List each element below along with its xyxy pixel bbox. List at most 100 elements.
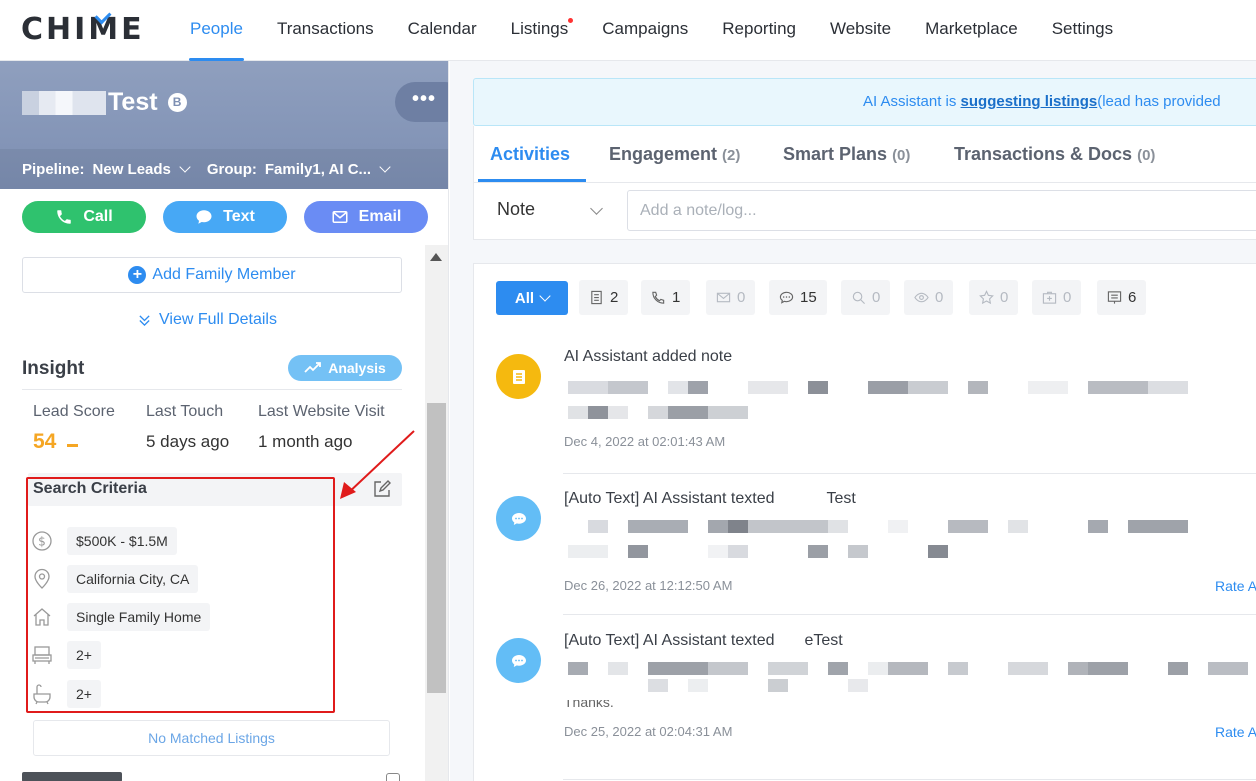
nav-marketplace[interactable]: Marketplace (908, 0, 1035, 61)
redacted-content (564, 662, 1256, 675)
nav-listings[interactable]: Listings (494, 0, 586, 61)
clipped-text: Thanks. (564, 700, 614, 708)
dollar-circle-icon: $ (32, 531, 52, 551)
chevron-down-icon (539, 290, 551, 302)
eye-icon (914, 292, 929, 303)
price-range-chip: $500K - $1.5M (67, 527, 177, 555)
scrollbar-thumb[interactable] (427, 403, 446, 693)
tab-activities[interactable]: Activities (490, 144, 570, 165)
call-button[interactable]: Call (22, 201, 146, 233)
activity-title: [Auto Text] AI Assistant texted Test (564, 490, 856, 507)
criteria-price-row: $ $500K - $1.5M (31, 527, 177, 555)
note-type-select[interactable]: Note (497, 199, 535, 220)
search-criteria-title: Search Criteria (33, 480, 147, 497)
star-icon (979, 290, 994, 305)
nav-transactions[interactable]: Transactions (260, 0, 391, 61)
plus-circle-icon: + (128, 266, 147, 284)
envelope-icon (332, 211, 348, 223)
add-family-label: Add Family Member (152, 266, 296, 283)
text-button-label: Text (223, 208, 255, 225)
presentation-icon (1107, 291, 1122, 304)
filter-count: 15 (800, 289, 817, 306)
cut-off-section-heading (22, 772, 122, 781)
note-avatar (496, 354, 541, 399)
pipeline-dropdown[interactable]: New Leads (93, 161, 171, 178)
tab-transactions-docs[interactable]: Transactions & Docs (0) (954, 144, 1155, 165)
redacted-content (564, 381, 1256, 394)
nav-settings[interactable]: Settings (1035, 0, 1130, 61)
analysis-label: Analysis (328, 360, 386, 376)
rate-ai-link[interactable]: Rate A (1215, 724, 1256, 740)
nav-campaigns[interactable]: Campaigns (585, 0, 705, 61)
chevron-down-icon[interactable] (379, 161, 391, 173)
filter-texts[interactable]: 15 (769, 280, 827, 315)
activity-date: Dec 4, 2022 at 02:01:43 AM (564, 434, 726, 449)
filter-searches[interactable]: 0 (841, 280, 891, 315)
suggesting-listings-link[interactable]: suggesting listings (961, 93, 1098, 110)
activity-title: [Auto Text] AI Assistant texted eTest (564, 632, 843, 649)
view-full-details-link[interactable]: View Full Details (138, 311, 277, 329)
redacted-content (564, 520, 1256, 533)
pipeline-group-bar: Pipeline: New Leads Group: Family1, AI C… (0, 149, 448, 189)
chat-bubble-icon (196, 210, 212, 224)
text-button[interactable]: Text (163, 201, 287, 233)
settings-icon[interactable] (386, 773, 400, 781)
filter-count: 0 (1063, 289, 1072, 306)
redacted-content (564, 679, 1256, 692)
activity-title: AI Assistant added note (564, 348, 733, 365)
chevron-down-icon[interactable] (179, 161, 191, 173)
envelope-icon (716, 292, 731, 303)
lead-header: Test B ••• Pipeline: New Leads Group: Fa… (0, 61, 448, 189)
redacted-content (564, 406, 1256, 419)
property-type-chip: Single Family Home (67, 603, 211, 631)
activity-panel: AI Assistant is suggesting listings(lead… (450, 61, 1256, 781)
email-button-label: Email (358, 208, 402, 225)
filter-favorites[interactable]: 0 (969, 280, 1019, 315)
activity-divider (563, 614, 1256, 615)
tab-smart-plans[interactable]: Smart Plans (0) (783, 144, 910, 165)
group-dropdown[interactable]: Family1, AI C... (265, 161, 371, 178)
note-input[interactable]: Add a note/log... (627, 190, 1256, 231)
filter-views[interactable]: 0 (904, 280, 954, 315)
banner-suffix: (lead has provided (1097, 93, 1221, 110)
contact-actions: Call Text Email (22, 201, 428, 233)
bed-icon (32, 646, 52, 664)
rate-ai-link[interactable]: Rate A (1215, 578, 1256, 594)
analysis-button[interactable]: Analysis (288, 355, 402, 381)
filter-meetings[interactable]: 6 (1097, 280, 1147, 315)
activity-divider (563, 473, 1256, 474)
location-chip: California City, CA (67, 565, 199, 593)
text-avatar (496, 496, 541, 541)
chat-bubble-icon (779, 291, 794, 304)
filter-calls[interactable]: 1 (641, 280, 691, 315)
last-website-visit-label: Last Website Visit (258, 403, 385, 420)
no-matched-listings-button[interactable]: No Matched Listings (33, 720, 390, 756)
email-button[interactable]: Email (304, 201, 428, 233)
ai-assistant-banner: AI Assistant is suggesting listings(lead… (473, 78, 1256, 126)
annotation-highlight-box (26, 477, 335, 713)
lead-score-label: Lead Score (33, 403, 115, 420)
tab-engagement[interactable]: Engagement (2) (609, 144, 740, 165)
filter-notes[interactable]: 2 (579, 280, 629, 315)
nav-calendar[interactable]: Calendar (391, 0, 494, 61)
call-button-label: Call (83, 208, 113, 225)
scroll-up-arrow-icon[interactable] (430, 253, 442, 261)
redacted-content (564, 545, 1256, 558)
filter-emails[interactable]: 0 (706, 280, 756, 315)
magnifier-icon (852, 291, 865, 304)
chime-logo[interactable]: CHIM E (21, 7, 145, 47)
criteria-beds-row: 2+ (31, 641, 101, 669)
edit-icon[interactable] (372, 479, 392, 499)
nav-website[interactable]: Website (813, 0, 908, 61)
nav-reporting[interactable]: Reporting (705, 0, 813, 61)
add-family-member-button[interactable]: + Add Family Member (22, 257, 402, 293)
filter-all-dropdown[interactable]: All (496, 281, 568, 315)
baths-chip: 2+ (67, 680, 101, 708)
nav-people[interactable]: People (173, 0, 260, 61)
location-pin-icon (34, 568, 50, 589)
filter-count: 0 (1000, 289, 1009, 306)
criteria-type-row: Single Family Home (31, 603, 211, 631)
insight-title: Insight (22, 358, 85, 379)
filter-tasks[interactable]: 0 (1032, 280, 1082, 315)
more-options-button[interactable]: ••• (395, 82, 448, 122)
